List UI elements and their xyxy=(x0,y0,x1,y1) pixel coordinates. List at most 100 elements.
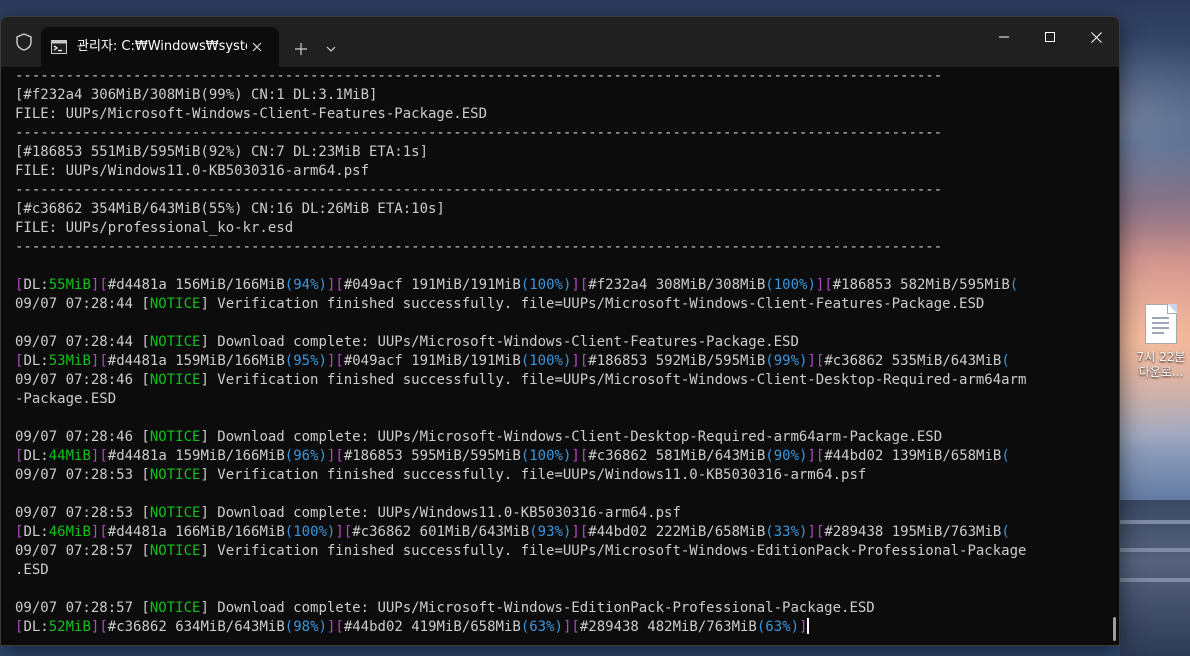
close-icon[interactable] xyxy=(1073,17,1119,57)
bracket: [ xyxy=(571,619,580,635)
download-item: #c36862 535MiB/643MiB xyxy=(824,353,1002,369)
dl-speed: 53MiB xyxy=(48,353,91,369)
notice-tag: NOTICE xyxy=(149,372,201,388)
progress-line: [DL:46MiB][#d4481a 166MiB/166MiB(100%)][… xyxy=(15,523,1105,542)
dl-label: DL: xyxy=(23,524,49,540)
scrollbar[interactable] xyxy=(1111,67,1119,645)
notice-time: 09/07 07:28:53 [ xyxy=(15,467,150,483)
download-percent: (93%) xyxy=(529,524,572,540)
download-percent: (100%) xyxy=(520,353,572,369)
bracket: [ xyxy=(99,277,108,293)
download-percent: (98%) xyxy=(284,619,327,635)
bracket: [ xyxy=(99,524,108,540)
notice-line: 09/07 07:28:53 [NOTICE] Verification fin… xyxy=(15,466,1105,485)
notice-message: ] Verification finished successfully. fi… xyxy=(200,296,985,312)
tab-terminal[interactable]: 관리자: C:₩Windows₩system3 xyxy=(41,27,279,67)
download-item: #d4481a 159MiB/166MiB xyxy=(107,353,285,369)
notice-line: 09/07 07:28:53 [NOTICE] Download complet… xyxy=(15,504,1105,523)
bracket: ] xyxy=(571,353,580,369)
separator-line: ----------------------------------------… xyxy=(15,239,943,255)
bracket: [ xyxy=(99,448,108,464)
dl-label: DL: xyxy=(23,353,49,369)
download-item: #c36862 601MiB/643MiB xyxy=(352,524,530,540)
dl-label: DL: xyxy=(23,277,49,293)
text-file-icon xyxy=(1145,304,1177,344)
download-item: #c36862 581MiB/643MiB xyxy=(588,448,766,464)
bracket: ] xyxy=(335,524,344,540)
notice-tag: NOTICE xyxy=(149,429,201,445)
download-percent: (96%) xyxy=(284,448,327,464)
download-percent: (100%) xyxy=(520,277,572,293)
bracket: [ xyxy=(335,619,344,635)
notice-continuation: .ESD xyxy=(15,562,49,578)
text-cursor xyxy=(807,618,810,634)
notice-tag: NOTICE xyxy=(149,296,201,312)
dl-speed: 55MiB xyxy=(48,277,91,293)
notice-line: 09/07 07:28:46 [NOTICE] Verification fin… xyxy=(15,371,1105,390)
download-percent: (99%) xyxy=(765,353,808,369)
notice-tag: NOTICE xyxy=(149,505,201,521)
bracket: ] xyxy=(799,619,808,635)
plus-icon[interactable] xyxy=(289,37,313,61)
file-line: FILE: UUPs/Windows11.0-KB5030316-arm64.p… xyxy=(15,163,370,179)
notice-message: ] Verification finished successfully. fi… xyxy=(200,372,1027,388)
console-output[interactable]: ----------------------------------------… xyxy=(1,67,1111,645)
download-percent: (100%) xyxy=(765,277,816,293)
notice-tag: NOTICE xyxy=(149,467,201,483)
bracket: [ xyxy=(99,619,108,635)
notice-tag: NOTICE xyxy=(149,543,201,559)
notice-time: 09/07 07:28:57 [ xyxy=(15,600,150,616)
notice-time: 09/07 07:28:53 [ xyxy=(15,505,150,521)
scrollbar-thumb[interactable] xyxy=(1113,617,1116,641)
bracket: ] xyxy=(807,353,816,369)
dl-speed: 46MiB xyxy=(48,524,91,540)
notice-time: 09/07 07:28:44 [ xyxy=(15,296,150,312)
separator-line: ----------------------------------------… xyxy=(15,182,943,198)
notice-message: ] Download complete: UUPs/Microsoft-Wind… xyxy=(200,600,875,616)
notice-line: 09/07 07:28:44 [NOTICE] Verification fin… xyxy=(15,295,1105,314)
tab-title: 관리자: C:₩Windows₩system3 xyxy=(77,39,247,54)
progress-line: [DL:44MiB][#d4481a 159MiB/166MiB(96%)][#… xyxy=(15,447,1105,466)
notice-continuation: -Package.ESD xyxy=(15,391,117,407)
notice-message: ] Verification finished successfully. fi… xyxy=(200,543,1027,559)
download-item: #f232a4 308MiB/308MiB xyxy=(588,277,766,293)
maximize-icon[interactable] xyxy=(1027,17,1073,57)
download-percent: (94%) xyxy=(284,277,327,293)
download-percent: (95%) xyxy=(284,353,327,369)
download-percent: (63%) xyxy=(756,619,800,635)
chevron-down-icon[interactable] xyxy=(319,37,343,61)
notice-time: 09/07 07:28:46 [ xyxy=(15,372,150,388)
minimize-icon[interactable] xyxy=(981,17,1027,57)
bracket: [ xyxy=(335,277,344,293)
download-item: #186853 582MiB/595MiB xyxy=(832,277,1010,293)
title-bar[interactable]: 관리자: C:₩Windows₩system3 xyxy=(1,17,1119,67)
wallpaper-pier-line xyxy=(1120,548,1190,552)
bracket: [ xyxy=(335,448,344,464)
wallpaper-pier-line xyxy=(1120,578,1190,582)
download-percent: ( xyxy=(1001,448,1010,464)
progress-line: [DL:52MiB][#c36862 634MiB/643MiB(98%)][#… xyxy=(15,618,1105,637)
download-percent: (33%) xyxy=(765,524,808,540)
shield-icon xyxy=(13,31,35,53)
dl-speed: 44MiB xyxy=(48,448,91,464)
notice-line: 09/07 07:28:57 [NOTICE] Verification fin… xyxy=(15,542,1105,561)
progress-line: [DL:55MiB][#d4481a 156MiB/166MiB(94%)][#… xyxy=(15,276,1105,295)
desktop-file-label-line2: 다운로... xyxy=(1138,365,1184,379)
download-item: #44bd02 222MiB/658MiB xyxy=(588,524,766,540)
notice-time: 09/07 07:28:46 [ xyxy=(15,429,150,445)
bracket: ] xyxy=(807,524,816,540)
download-percent: ( xyxy=(1009,277,1019,293)
notice-message: ] Download complete: UUPs/Microsoft-Wind… xyxy=(200,429,943,445)
notice-tag: NOTICE xyxy=(149,334,201,350)
bracket: ] xyxy=(571,448,580,464)
download-item: #289438 195MiB/763MiB xyxy=(824,524,1002,540)
close-icon[interactable] xyxy=(247,37,267,57)
notice-line: 09/07 07:28:57 [NOTICE] Download complet… xyxy=(15,599,1105,618)
desktop-file-label-line1: 7시 22분 xyxy=(1136,350,1186,364)
notice-time: 09/07 07:28:57 [ xyxy=(15,543,150,559)
download-item: #d4481a 159MiB/166MiB xyxy=(107,448,285,464)
download-percent: (100%) xyxy=(520,448,572,464)
status-line: [#c36862 354MiB/643MiB(55%) CN:16 DL:26M… xyxy=(15,201,445,217)
status-line: [#f232a4 306MiB/308MiB(99%) CN:1 DL:3.1M… xyxy=(15,87,378,103)
desktop-file-shortcut[interactable]: 7시 22분 다운로... xyxy=(1132,300,1190,390)
